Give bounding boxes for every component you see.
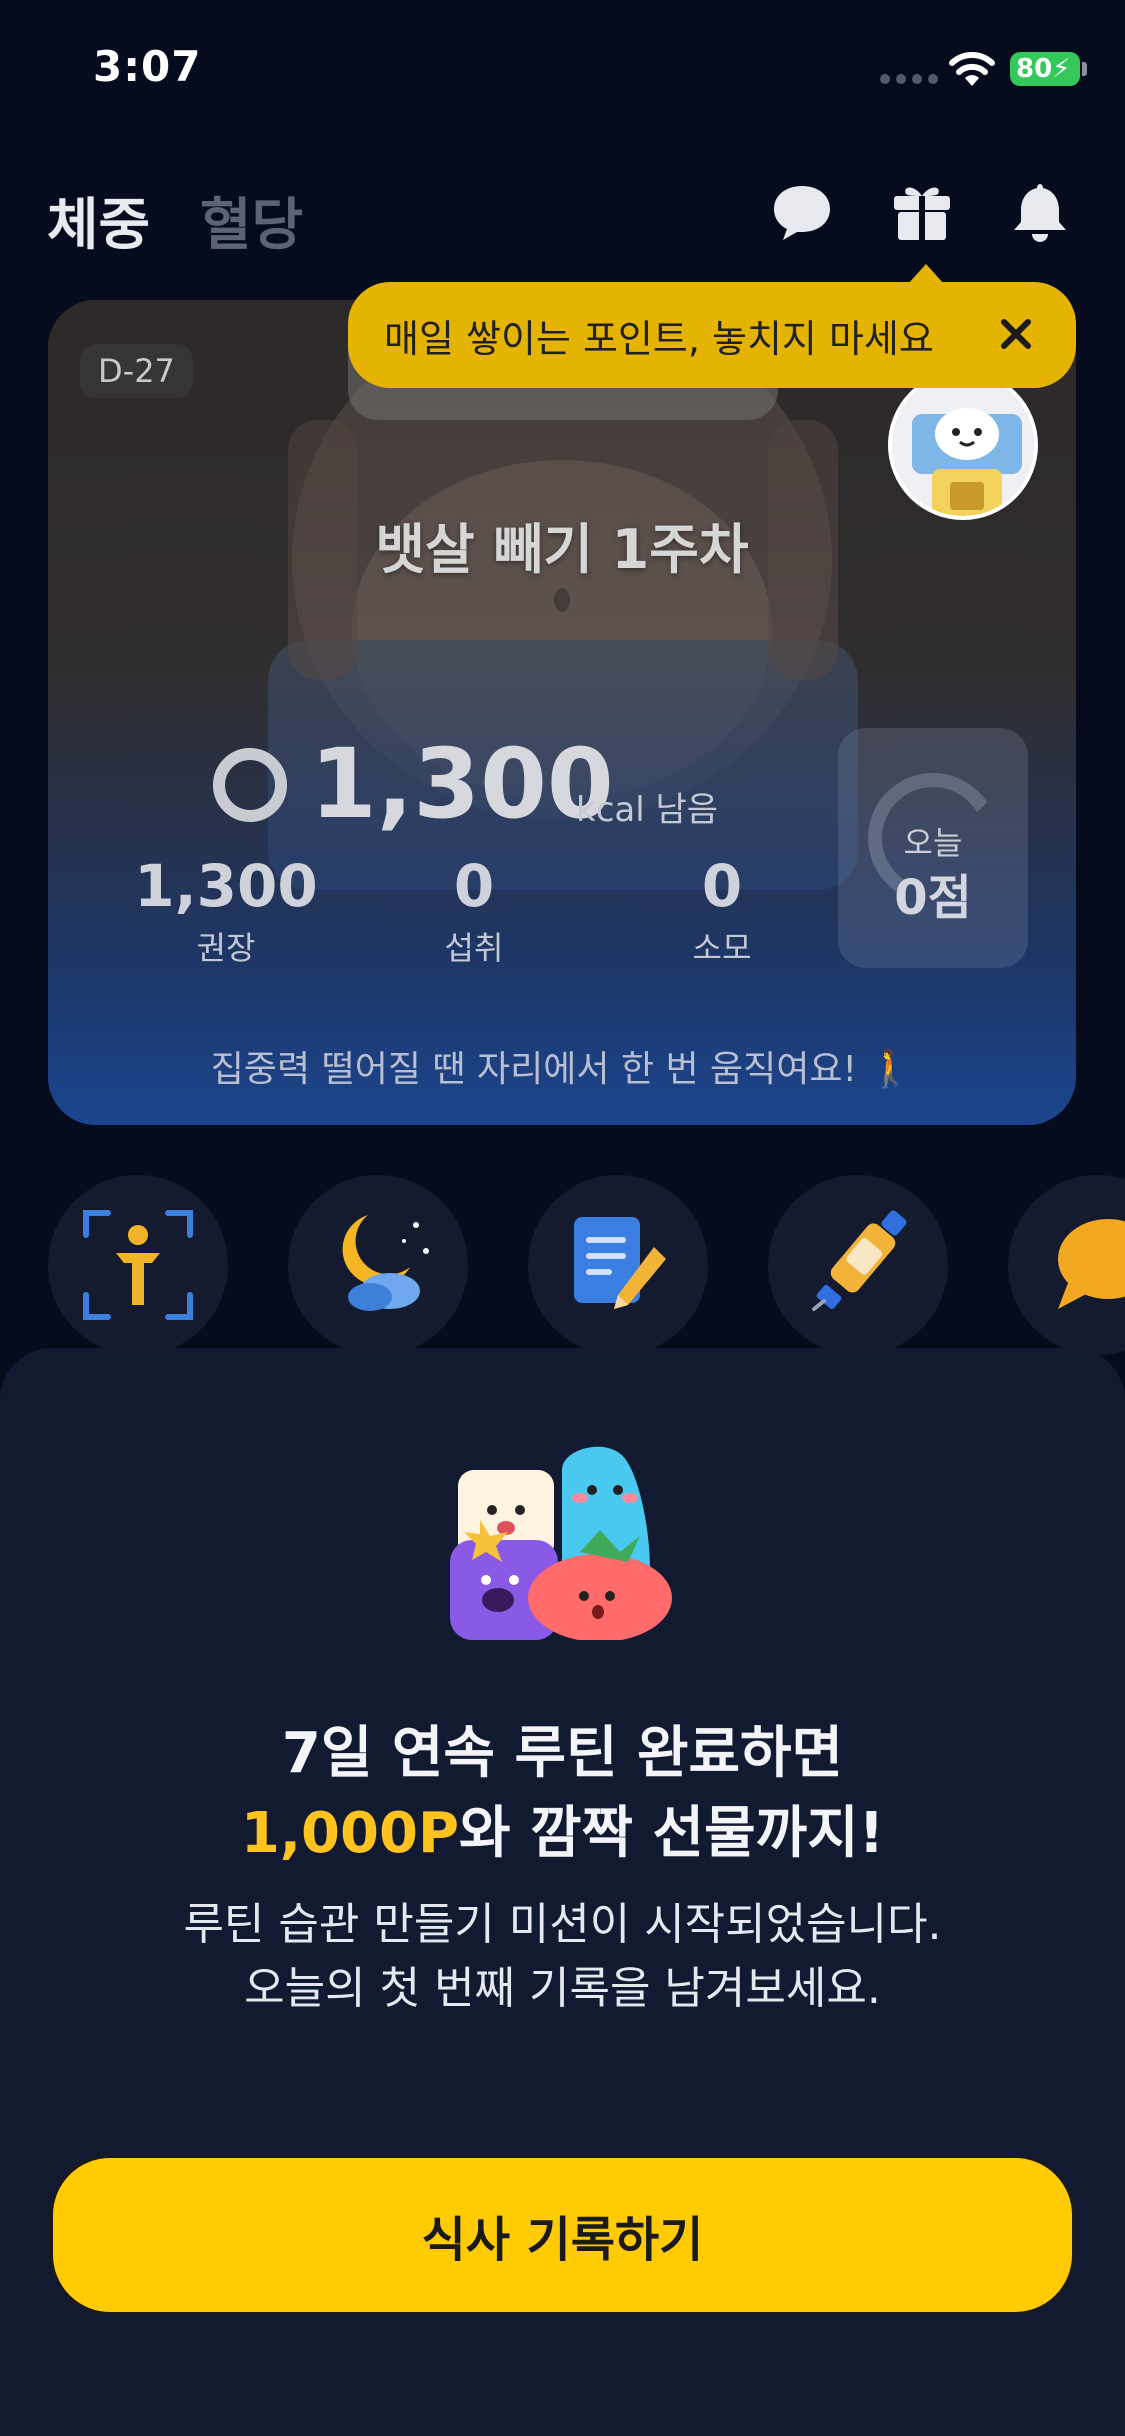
shortcut-medication[interactable] — [768, 1175, 948, 1355]
sheet-description-line2: 오늘의 첫 번째 기록을 남겨보세요. — [244, 1963, 881, 2014]
mascot-characters-icon — [450, 1446, 672, 1640]
status-time: 3:07 — [93, 42, 202, 91]
profile-avatar[interactable] — [888, 370, 1038, 520]
kcal-remaining-value: 1,300 — [310, 728, 614, 840]
stat-intake: 0 섭취 — [344, 852, 604, 969]
stat-burned: 0 소모 — [592, 852, 852, 969]
kcal-ring-icon — [213, 748, 287, 822]
dday-badge: D-27 — [80, 344, 193, 398]
stat-recommended-label: 권장 — [196, 928, 256, 967]
log-meal-button[interactable]: 식사 기록하기 — [50, 2155, 1075, 2315]
sheet-title-line1: 7일 연속 루틴 완료하면 — [281, 1721, 844, 1786]
note-pencil-icon — [574, 1217, 666, 1309]
stat-intake-value: 0 — [453, 852, 495, 920]
shortcut-diary[interactable] — [528, 1175, 708, 1355]
today-score-card[interactable]: 오늘 0점 — [838, 728, 1028, 968]
today-score-value: 0점 — [894, 870, 972, 926]
stat-recommended: 1,300 권장 — [96, 852, 356, 969]
body-scan-icon — [83, 1210, 193, 1320]
points-tooltip[interactable]: 매일 쌓이는 포인트, 놓치지 마세요 — [348, 264, 1076, 388]
stat-burned-label: 소모 — [692, 928, 752, 967]
sheet-description-line1: 루틴 습관 만들기 미션이 시작되었습니다. — [183, 1899, 942, 1950]
app-screen: 3:07 80 ⚡ 체중 혈당 D-27 뱃살 빼기 1주차 1,300 kca… — [0, 0, 1125, 2436]
program-title: 뱃살 빼기 1주차 — [375, 518, 749, 581]
sheet-title-line2: 1,000P와 깜짝 선물까지! — [0, 1788, 1125, 1869]
tab-glucose[interactable]: 혈당 — [200, 180, 303, 261]
routine-bottom-sheet: 7일 연속 루틴 완료하면 1,000P와 깜짝 선물까지! 루틴 습관 만들기… — [0, 1348, 1125, 2436]
kcal-remaining-unit: kcal 남음 — [576, 790, 719, 830]
shortcut-sleep[interactable] — [288, 1175, 468, 1355]
stat-intake-label: 섭취 — [444, 928, 504, 967]
shortcut-chat[interactable] — [1008, 1175, 1125, 1355]
gift-icon[interactable] — [890, 180, 954, 244]
points-highlight: 1,000P — [240, 1801, 459, 1866]
stat-burned-value: 0 — [701, 852, 743, 920]
tooltip-text: 매일 쌓이는 포인트, 놓치지 마세요 — [384, 316, 934, 361]
moon-cloud-icon — [342, 1215, 429, 1311]
battery-cap — [1082, 62, 1087, 76]
battery-indicator: 80 ⚡ — [1010, 52, 1080, 86]
stat-recommended-value: 1,300 — [134, 852, 318, 920]
battery-level: 80 — [1016, 54, 1053, 84]
cellular-signal-icon — [880, 74, 938, 84]
close-icon[interactable] — [990, 308, 1042, 360]
chat-bubble-icon[interactable] — [770, 180, 834, 244]
medicine-pen-icon — [812, 1210, 907, 1311]
wifi-icon — [949, 52, 995, 86]
speech-bubble-icon — [1058, 1219, 1125, 1309]
bell-icon[interactable] — [1008, 180, 1072, 244]
hero-card[interactable]: D-27 뱃살 빼기 1주차 1,300 kcal 남음 1,300 권장 0 … — [48, 300, 1076, 1125]
tab-weight[interactable]: 체중 — [47, 180, 150, 261]
hero-tip-text: 집중력 떨어질 땐 자리에서 한 번 움직여요! 🚶 — [210, 1049, 914, 1090]
shortcut-body-scan[interactable] — [48, 1175, 228, 1355]
charging-icon: ⚡ — [1052, 54, 1071, 84]
sheet-title-line2-rest: 와 깜짝 선물까지! — [459, 1801, 885, 1866]
